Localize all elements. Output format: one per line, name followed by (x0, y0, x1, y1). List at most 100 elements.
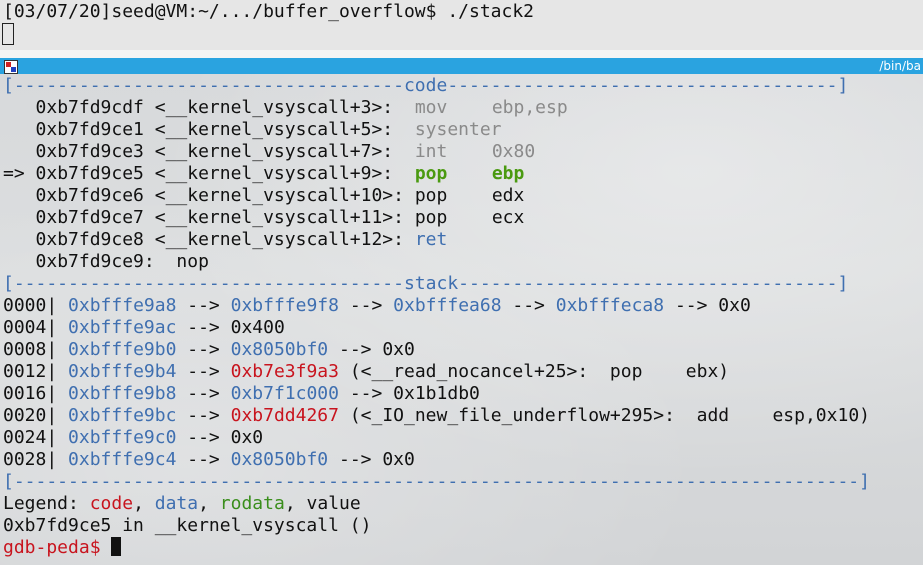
stack-text: (<__read_nocancel+25>: pop ebx) (338, 361, 730, 382)
stack-address: 0xbfffe9c0 (68, 427, 177, 448)
current-instruction-marker (3, 229, 36, 250)
stack-offset: 0028 (3, 449, 47, 470)
stack-address: 0xbfffe9b0 (68, 339, 177, 360)
legend-separator: , (198, 493, 220, 514)
gdb-input-line[interactable]: gdb-peda$ (3, 537, 122, 559)
instruction-address: 0xb7fd9ce6 (35, 185, 144, 206)
hollow-cursor-icon (2, 23, 14, 45)
stack-section-header: [------------------------------------sta… (3, 273, 848, 295)
stack-text: --> (176, 405, 231, 426)
legend-value: value (306, 493, 361, 514)
stack-row: 0012| 0xbfffe9b4 --> 0xb7e3f9a3 (<__read… (3, 361, 729, 383)
stack-text: --> (176, 361, 231, 382)
stack-address: 0x8050bf0 (230, 339, 329, 360)
instruction-address: 0xb7fd9ce1 (35, 119, 144, 140)
stack-row: 0020| 0xbfffe9bc --> 0xb7dd4267 (<_IO_ne… (3, 405, 870, 427)
stack-text: --> (176, 383, 231, 404)
stack-text: --> 0x1b1db0 (338, 383, 480, 404)
instruction-symbol: : (143, 251, 177, 272)
stack-address: 0xbfffe9bc (68, 405, 177, 426)
stack-separator: | (46, 405, 69, 426)
legend-label: Legend: (3, 493, 90, 514)
stack-address: 0xbfffe9b4 (68, 361, 177, 382)
status-line: 0xb7fd9ce5 in __kernel_vsyscall () (3, 515, 372, 536)
stack-separator: | (46, 383, 69, 404)
stack-offset: 0020 (3, 405, 47, 426)
instruction-symbol: <__kernel_vsyscall+12>: (143, 229, 415, 250)
instruction-mnemonic: nop (176, 251, 209, 272)
instruction-mnemonic: ret (414, 229, 448, 250)
instruction-mnemonic: pop (414, 207, 448, 228)
instruction-address: 0xb7fd9ce3 (35, 141, 144, 162)
instruction-address: 0xb7fd9ce8 (35, 229, 144, 250)
code-line: 0xb7fd9ce6 <__kernel_vsyscall+10>: pop ed… (3, 185, 525, 207)
code-line: 0xb7fd9ce8 <__kernel_vsyscall+12>: ret (3, 229, 492, 251)
stack-address: 0x8050bf0 (230, 449, 329, 470)
stack-address: 0xb7f1c000 (230, 383, 339, 404)
instruction-address: 0xb7fd9ce7 (35, 207, 144, 228)
instruction-symbol: <__kernel_vsyscall+10>: (143, 185, 415, 206)
stack-separator: | (46, 449, 69, 470)
instruction-operands: 0x80 (491, 141, 536, 162)
window-title: /bin/ba (879, 59, 921, 73)
instruction-address: 0xb7fd9cdf (35, 97, 144, 118)
stack-text: --> 0x0 (176, 427, 264, 448)
shell-command-line: [03/07/20]seed@VM:~/.../buffer_overflow$… (3, 1, 535, 22)
pane-divider[interactable] (0, 50, 923, 58)
stack-row: 0008| 0xbfffe9b0 --> 0x8050bf0 --> 0x0 (3, 339, 415, 361)
code-section-header: [------------------------------------cod… (3, 75, 848, 97)
stack-address: 0xbfffe9a8 (68, 295, 177, 316)
stack-text: (<_IO_new_file_underflow+295>: add esp,0… (338, 405, 870, 426)
stack-offset: 0004 (3, 317, 47, 338)
instruction-symbol: <__kernel_vsyscall+3>: (143, 97, 415, 118)
code-line: 0xb7fd9ce7 <__kernel_vsyscall+11>: pop ec… (3, 207, 525, 229)
stack-row: 0028| 0xbfffe9c4 --> 0x8050bf0 --> 0x0 (3, 449, 415, 471)
stack-row: 0004| 0xbfffe9ac --> 0x400 (3, 317, 285, 339)
code-line: => 0xb7fd9ce5 <__kernel_vsyscall+9>: pop… (3, 163, 524, 185)
instruction-symbol: <__kernel_vsyscall+9>: (143, 163, 415, 184)
terminal-app-icon[interactable] (4, 60, 18, 74)
stack-separator: | (46, 295, 69, 316)
stack-header-label: stack (403, 273, 459, 294)
instruction-mnemonic: sysenter (414, 119, 502, 140)
block-cursor-icon (111, 537, 122, 556)
current-instruction-marker (3, 141, 36, 162)
instruction-operands: ebp,esp (491, 97, 568, 118)
stack-address: 0xbfffeca8 (555, 295, 665, 316)
stack-address: 0xbfffea68 (393, 295, 502, 316)
stack-header-right: -----------------------------------] (458, 273, 849, 294)
instruction-symbol: <__kernel_vsyscall+5>: (143, 119, 415, 140)
stack-text: --> (176, 449, 231, 470)
stack-separator: | (46, 427, 69, 448)
current-instruction-marker (3, 251, 36, 272)
stack-address: 0xbfffe9ac (68, 317, 177, 338)
stack-text: --> 0x400 (176, 317, 285, 338)
stack-text: --> 0x0 (664, 295, 751, 316)
code-line: 0xb7fd9ce9: nop (3, 251, 209, 273)
stack-separator: | (46, 361, 69, 382)
footer-rule: [---------------------------------------… (3, 471, 870, 492)
stack-separator: | (46, 339, 69, 360)
stack-address: 0xb7dd4267 (230, 405, 339, 426)
stack-text: --> (176, 295, 231, 316)
gdb-terminal[interactable]: [------------------------------------ cod… (0, 74, 923, 565)
stack-header-left: [------------------------------------ (3, 273, 404, 294)
stack-text: --> 0x0 (328, 449, 415, 470)
current-instruction-marker (3, 207, 36, 228)
upper-terminal-pane[interactable]: [03/07/20]seed@VM:~/.../buffer_overflow$… (0, 0, 923, 50)
instruction-symbol: <__kernel_vsyscall+11>: (143, 207, 415, 228)
code-line: 0xb7fd9ce3 <__kernel_vsyscall+7>: int 0x8… (3, 141, 536, 163)
legend-data: data (154, 493, 199, 514)
terminal-titlebar[interactable]: /bin/ba (0, 58, 923, 74)
instruction-operands: edx (491, 185, 525, 206)
instruction-mnemonic: mov (414, 97, 448, 118)
code-line: 0xb7fd9cdf <__kernel_vsyscall+3>: mov ebp… (3, 97, 568, 119)
code-header-left: [------------------------------------ (3, 75, 404, 96)
stack-offset: 0000 (3, 295, 47, 316)
stack-row: 0024| 0xbfffe9c0 --> 0x0 (3, 427, 263, 449)
stack-offset: 0008 (3, 339, 47, 360)
legend-code: code (89, 493, 134, 514)
stack-text: --> 0x0 (328, 339, 415, 360)
instruction-mnemonic: int (414, 141, 448, 162)
stack-row: 0016| 0xbfffe9b8 --> 0xb7f1c000 --> 0x1b… (3, 383, 480, 405)
